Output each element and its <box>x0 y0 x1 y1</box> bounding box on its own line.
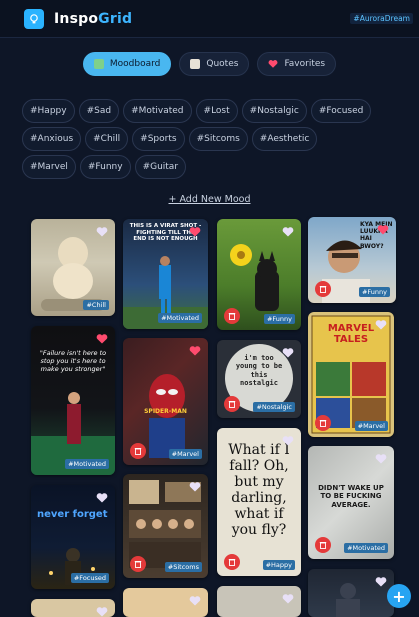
mood-card[interactable]: THIS IS A VIRAT SHOT - FIGHTING TILL THE… <box>123 219 208 329</box>
trash-icon <box>134 561 142 568</box>
card-tag[interactable]: #Marvel <box>354 421 388 431</box>
heart-icon[interactable] <box>96 333 108 345</box>
mood-card[interactable]: #Funny <box>217 219 301 330</box>
bulb-icon[interactable] <box>24 8 44 29</box>
mood-card[interactable]: #Sitcoms <box>123 474 208 578</box>
heart-icon[interactable] <box>282 347 294 359</box>
mood-card[interactable]: SPIDER-MAN #Marvel <box>123 338 208 465</box>
card-tag[interactable]: #Motivated <box>158 313 202 323</box>
heart-icon[interactable] <box>375 453 387 465</box>
tab-moodboard[interactable]: Moodboard <box>82 52 172 76</box>
trash-icon <box>228 401 236 408</box>
mood-chip[interactable]: #Guitar <box>134 155 187 179</box>
card-tag[interactable]: #Motivated <box>65 459 109 469</box>
app-brand[interactable]: InspoGrid <box>54 11 132 27</box>
heart-icon[interactable] <box>96 492 108 504</box>
mood-card[interactable] <box>217 586 301 617</box>
tab-label: Moodboard <box>109 59 161 69</box>
mood-card[interactable]: MARVEL TALES #Marvel <box>308 312 394 437</box>
card-tag[interactable]: #Funny <box>358 287 390 297</box>
user-tag[interactable]: #AuroraDream <box>350 13 413 24</box>
card-tag[interactable]: #Focused <box>70 573 109 583</box>
card-tag[interactable]: #Motivated <box>344 543 388 553</box>
delete-card-button[interactable] <box>315 537 331 553</box>
app-header: InspoGrid #AuroraDream <box>0 0 419 38</box>
heart-icon[interactable] <box>96 226 108 238</box>
delete-card-button[interactable] <box>315 281 331 297</box>
mood-card[interactable] <box>31 599 115 617</box>
heart-icon[interactable] <box>377 224 389 236</box>
brand-accent: Grid <box>98 10 133 27</box>
trash-icon <box>228 313 236 320</box>
tab-favorites[interactable]: Favorites <box>257 52 337 76</box>
mood-chip[interactable]: #Chill <box>85 127 129 151</box>
mood-card[interactable] <box>308 569 394 617</box>
mood-card[interactable]: never forget #Focused <box>31 485 115 589</box>
trash-icon <box>319 542 327 549</box>
mood-chip[interactable]: #Motivated <box>123 99 192 123</box>
mood-chip[interactable]: #Sitcoms <box>188 127 248 151</box>
card-tag[interactable]: #Happy <box>262 560 295 570</box>
heart-icon[interactable] <box>282 593 294 605</box>
delete-card-button[interactable] <box>224 396 240 412</box>
brand-main: Inspo <box>54 10 99 27</box>
mood-chip[interactable]: #Funny <box>79 155 131 179</box>
delete-card-button[interactable] <box>315 415 331 431</box>
note-icon <box>190 59 201 69</box>
plus-icon: + <box>392 586 406 606</box>
trash-icon <box>319 420 327 427</box>
card-tag[interactable]: #Sitcoms <box>164 562 202 572</box>
heart-icon[interactable] <box>189 595 201 607</box>
card-caption: SPIDER-MAN <box>144 408 187 415</box>
card-tag[interactable]: #Nostalgic <box>253 402 295 412</box>
card-tag[interactable]: #Marvel <box>168 449 202 459</box>
mood-card[interactable]: i'm too young to be this nostalgic #Nost… <box>217 340 301 418</box>
mood-card[interactable] <box>123 588 208 617</box>
mood-chip[interactable]: #Marvel <box>22 155 76 179</box>
mood-card[interactable]: #Chill <box>31 219 115 316</box>
trash-icon <box>319 286 327 293</box>
image-icon <box>93 59 104 69</box>
mood-card[interactable]: DIDN'T WAKE UP TO BE FUCKING AVERAGE. #M… <box>308 446 394 559</box>
heart-icon[interactable] <box>282 435 294 447</box>
card-tag[interactable]: #Chill <box>83 300 109 310</box>
heart-icon[interactable] <box>189 226 201 238</box>
card-caption: DIDN'T WAKE UP TO BE FUCKING AVERAGE. <box>318 484 384 509</box>
mood-chip[interactable]: #Aesthetic <box>251 127 318 151</box>
heart-icon[interactable] <box>189 481 201 493</box>
card-caption: i'm too young to be this nostalgic <box>235 354 283 388</box>
heart-icon[interactable] <box>189 345 201 357</box>
mood-card[interactable]: What if I fall? Oh, but my darling, what… <box>217 428 301 576</box>
card-tag[interactable]: #Funny <box>263 314 295 324</box>
heart-icon[interactable] <box>375 576 387 588</box>
view-tabs: Moodboard Quotes Favorites <box>0 52 419 76</box>
add-card-button[interactable]: + <box>387 584 411 608</box>
mood-chip[interactable]: #Happy <box>22 99 75 123</box>
heart-icon[interactable] <box>282 226 294 238</box>
delete-card-button[interactable] <box>224 308 240 324</box>
mood-chip[interactable]: #Anxious <box>22 127 82 151</box>
mood-chip[interactable]: #Nostalgic <box>241 99 307 123</box>
tab-quotes[interactable]: Quotes <box>179 52 250 76</box>
trash-icon <box>228 559 236 566</box>
mood-card[interactable]: "Failure isn't here to stop you it's her… <box>31 326 115 475</box>
add-mood-link[interactable]: + Add New Mood <box>0 194 419 205</box>
heart-icon <box>268 60 278 68</box>
heart-icon[interactable] <box>375 319 387 331</box>
delete-card-button[interactable] <box>130 556 146 572</box>
delete-card-button[interactable] <box>130 443 146 459</box>
mood-card[interactable]: KYA MEIN LUUKHA HAI BWOY? #Funny <box>308 217 396 303</box>
trash-icon <box>134 448 142 455</box>
delete-card-button[interactable] <box>224 554 240 570</box>
mood-chip-list: #Happy #Sad #Motivated #Lost #Nostalgic … <box>22 99 372 179</box>
mood-chip[interactable]: #Lost <box>195 99 238 123</box>
tab-label: Favorites <box>284 59 326 69</box>
tab-label: Quotes <box>206 59 239 69</box>
heart-icon[interactable] <box>96 606 108 617</box>
mood-chip[interactable]: #Sad <box>78 99 120 123</box>
card-caption: What if I fall? Oh, but my darling, what… <box>228 442 290 539</box>
mood-chip[interactable]: #Sports <box>132 127 185 151</box>
mood-chip[interactable]: #Focused <box>310 99 372 123</box>
